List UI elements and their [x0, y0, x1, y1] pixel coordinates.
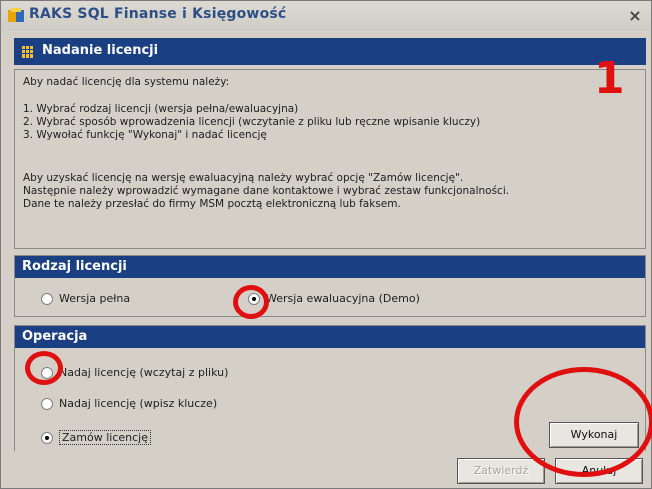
- close-button[interactable]: ×: [625, 6, 645, 26]
- annotation-circle-eval: [233, 285, 269, 319]
- dialog-header: Nadanie licencji: [14, 38, 646, 65]
- title-bar[interactable]: RAKS SQL Finanse i Księgowość ×: [1, 1, 651, 31]
- radio-label: Wersja pełna: [59, 292, 131, 305]
- eval-instruction: Dane te należy przesłać do firmy MSM poc…: [23, 198, 401, 210]
- instruction-step: 1. Wybrać rodzaj licencji (wersja pełna/…: [23, 103, 299, 115]
- radio-button[interactable]: [41, 292, 53, 305]
- radio-button[interactable]: [41, 397, 53, 410]
- operation-title: Operacja: [15, 326, 645, 348]
- eval-instruction: Aby uzyskać licencję na wersję ewaluacyj…: [23, 172, 464, 184]
- radio-button-checked[interactable]: [41, 431, 53, 444]
- radio-load-from-file[interactable]: Nadaj licencję (wczytaj z pliku): [41, 366, 228, 379]
- radio-full-version[interactable]: Wersja pełna: [41, 292, 130, 305]
- app-logo-icon: [8, 8, 24, 22]
- grid-icon: [22, 46, 34, 58]
- eval-instruction: Następnie należy wprowadzić wymagane dan…: [23, 185, 510, 197]
- license-type-section: Rodzaj licencji Wersja pełna Wersja ewal…: [14, 255, 646, 317]
- annotation-number: 1: [594, 53, 625, 104]
- annotation-circle-execute: [514, 367, 652, 477]
- radio-label: Nadaj licencję (wczytaj z pliku): [59, 366, 229, 379]
- dialog-header-title: Nadanie licencji: [42, 43, 159, 58]
- instructions-panel: Aby nadać licencję dla systemu należy: 1…: [14, 69, 646, 249]
- license-type-title: Rodzaj licencji: [15, 256, 645, 278]
- annotation-circle-load: [25, 351, 63, 385]
- radio-label: Zamów licencję: [59, 430, 151, 445]
- instruction-step: 2. Wybrać sposób wprowadzenia licencji (…: [23, 116, 481, 128]
- confirm-button[interactable]: Zatwierdź: [457, 458, 545, 484]
- radio-label: Wersja ewaluacyjna (Demo): [266, 292, 420, 305]
- instruction-step: 3. Wywołać funkcję "Wykonaj" i nadać lic…: [23, 129, 267, 141]
- window-title: RAKS SQL Finanse i Księgowość: [29, 6, 287, 22]
- radio-order-license[interactable]: Zamów licencję: [41, 430, 151, 445]
- instructions-intro: Aby nadać licencję dla systemu należy:: [23, 76, 230, 88]
- radio-eval-version[interactable]: Wersja ewaluacyjna (Demo): [248, 292, 420, 305]
- radio-enter-keys[interactable]: Nadaj licencję (wpisz klucze): [41, 397, 217, 410]
- radio-label: Nadaj licencję (wpisz klucze): [59, 397, 218, 410]
- license-dialog: RAKS SQL Finanse i Księgowość × Nadanie …: [0, 0, 652, 489]
